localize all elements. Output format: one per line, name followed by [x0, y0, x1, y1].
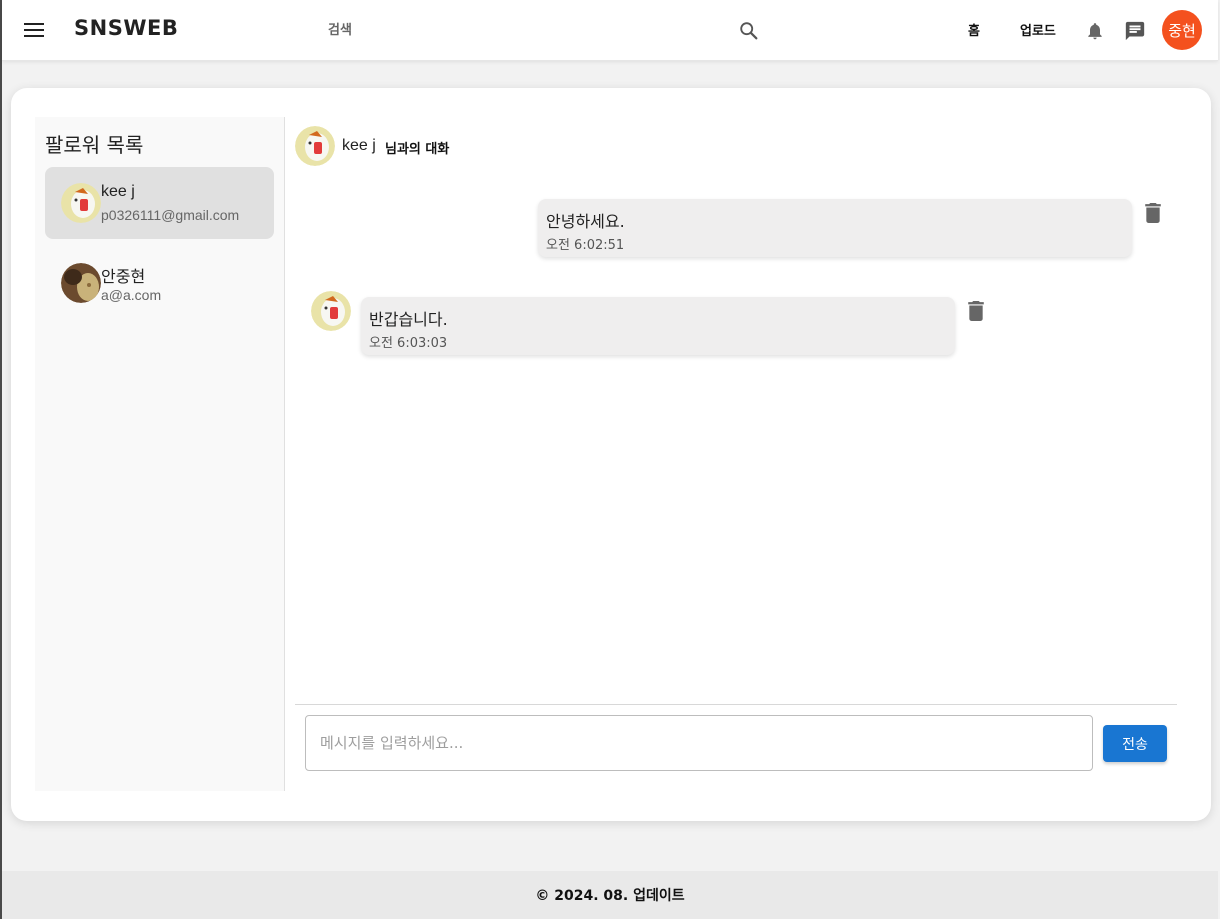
message-bubble: 안녕하세요. 오전 6:02:51: [538, 199, 1132, 257]
app-bar: SNSWEB 홈 업로드 중현: [2, 0, 1218, 61]
delete-message-icon[interactable]: [968, 301, 984, 321]
follower-item[interactable]: kee j p0326111@gmail.com: [45, 167, 274, 239]
composer-divider: [295, 704, 1177, 705]
menu-icon[interactable]: [22, 18, 46, 42]
message-avatar: [311, 291, 351, 331]
chat-header: kee j 님과의 대화: [295, 126, 895, 168]
nav-upload-link[interactable]: 업로드: [1020, 20, 1056, 39]
message-input[interactable]: [305, 715, 1093, 771]
delete-message-icon[interactable]: [1145, 203, 1161, 223]
follower-email: a@a.com: [101, 287, 162, 303]
message-time: 오전 6:03:03: [369, 336, 448, 351]
bell-icon[interactable]: [1085, 20, 1105, 42]
message-bubble: 반갑습니다. 오전 6:03:03: [361, 297, 955, 355]
follower-item[interactable]: 안중현 a@a.com: [45, 247, 274, 319]
search-icon[interactable]: [738, 20, 760, 42]
brand-logo[interactable]: SNSWEB: [74, 16, 178, 40]
footer: © 2024. 08. 업데이트: [2, 871, 1218, 919]
follower-name: 안중현: [101, 269, 146, 286]
message-text: 반갑습니다.: [369, 310, 448, 329]
chat-card: 팔로워 목록 kee j p0326111@gmail.com 안중현 a@a.…: [11, 88, 1211, 821]
partner-name: kee j: [342, 137, 376, 154]
search-input[interactable]: [322, 14, 762, 46]
nav-home-link[interactable]: 홈: [968, 20, 980, 39]
follower-email: p0326111@gmail.com: [101, 207, 240, 223]
follower-avatar: [61, 263, 101, 303]
follower-avatar: [61, 183, 101, 223]
follower-sidebar: 팔로워 목록 kee j p0326111@gmail.com 안중현 a@a.…: [35, 117, 285, 791]
message-text: 안녕하세요.: [546, 212, 625, 231]
chat-title-suffix: 님과의 대화: [385, 142, 450, 157]
message-icon[interactable]: [1124, 20, 1146, 42]
message-time: 오전 6:02:51: [546, 238, 625, 253]
partner-avatar: [295, 126, 335, 166]
follower-name: kee j: [101, 183, 135, 200]
send-button[interactable]: 전송: [1103, 725, 1167, 762]
window-edge: [0, 0, 2, 919]
sidebar-title: 팔로워 목록: [45, 133, 144, 157]
user-avatar[interactable]: 중현: [1162, 10, 1202, 50]
